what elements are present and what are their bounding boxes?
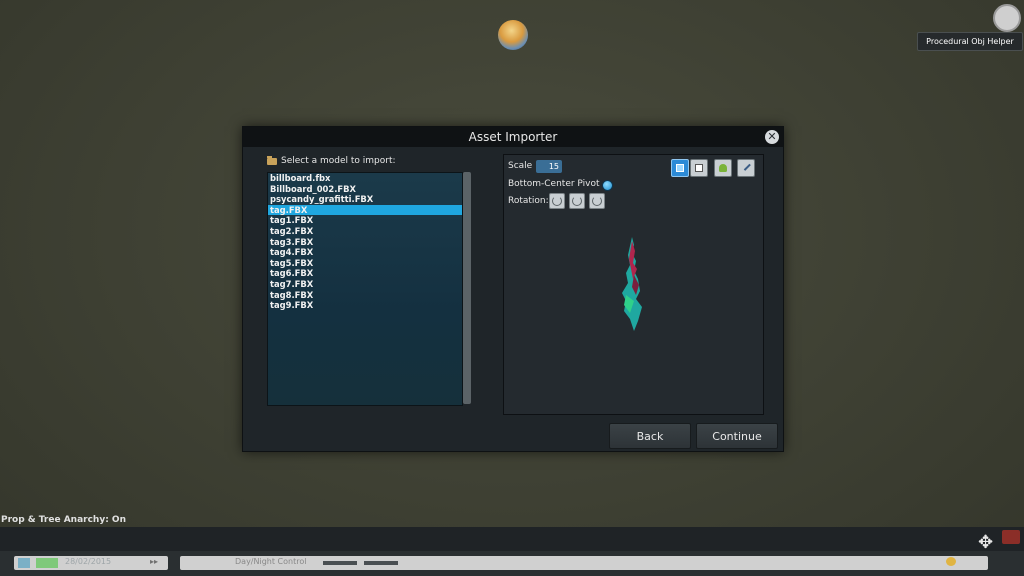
file-item[interactable]: tag3.FBX bbox=[268, 237, 462, 248]
back-button[interactable]: Back bbox=[609, 423, 691, 449]
select-model-label: Select a model to import: bbox=[267, 155, 396, 166]
day-night-label: Day/Night Control bbox=[235, 557, 307, 566]
pivot-toggle[interactable] bbox=[602, 180, 613, 191]
model-render bbox=[622, 237, 642, 331]
file-item[interactable]: tag2.FBX bbox=[268, 226, 462, 237]
dialog-title: Asset Importer bbox=[243, 127, 783, 147]
file-item[interactable]: tag4.FBX bbox=[268, 247, 462, 258]
continue-button[interactable]: Continue bbox=[696, 423, 778, 449]
procedural-obj-helper-button[interactable]: Procedural Obj Helper bbox=[917, 32, 1023, 51]
menu-circle-button[interactable] bbox=[993, 4, 1021, 32]
view-terrain-icon[interactable] bbox=[714, 159, 732, 177]
bulldozer-button[interactable] bbox=[1002, 530, 1020, 544]
scale-input[interactable]: 15 bbox=[536, 160, 562, 173]
file-item[interactable]: tag9.FBX bbox=[268, 300, 462, 311]
file-item[interactable]: tag1.FBX bbox=[268, 215, 462, 226]
file-item-selected[interactable]: tag.FBX bbox=[268, 204, 462, 216]
rotate-y-icon[interactable] bbox=[569, 193, 585, 209]
rotation-label: Rotation: bbox=[508, 196, 549, 206]
day-night-slider[interactable] bbox=[364, 561, 398, 565]
file-item[interactable]: tag7.FBX bbox=[268, 279, 462, 290]
file-item[interactable]: billboard.fbx bbox=[268, 173, 462, 184]
file-list-scrollbar[interactable] bbox=[463, 172, 471, 404]
bottom-toolbar bbox=[0, 527, 1024, 551]
select-model-text: Select a model to import: bbox=[281, 156, 396, 166]
rotate-z-icon[interactable] bbox=[589, 193, 605, 209]
selected-object-icon bbox=[498, 20, 528, 50]
rotate-x-icon[interactable] bbox=[549, 193, 565, 209]
view-box-icon[interactable] bbox=[690, 159, 708, 177]
anarchy-status: Prop & Tree Anarchy: On bbox=[1, 515, 126, 525]
view-texture-icon[interactable] bbox=[671, 159, 689, 177]
model-preview-panel[interactable]: Scale 15 Bottom-Center Pivot Rotation: bbox=[503, 154, 764, 415]
close-icon[interactable]: ✕ bbox=[765, 130, 779, 144]
scale-label: Scale bbox=[508, 161, 533, 171]
weather-icon bbox=[946, 557, 956, 566]
file-item[interactable]: tag6.FBX bbox=[268, 268, 462, 279]
folder-icon bbox=[267, 155, 277, 165]
day-night-slider[interactable] bbox=[323, 561, 357, 565]
file-item[interactable]: tag5.FBX bbox=[268, 258, 462, 269]
file-item[interactable]: Billboard_002.FBX bbox=[268, 184, 462, 195]
speed-indicator[interactable] bbox=[36, 558, 58, 568]
pivot-label: Bottom-Center Pivot bbox=[508, 179, 600, 189]
view-tool-icon[interactable] bbox=[737, 159, 755, 177]
date-text: 28/02/2015 bbox=[65, 557, 112, 566]
file-list[interactable]: billboard.fbx Billboard_002.FBX psycandy… bbox=[267, 172, 463, 406]
move-icon[interactable]: ✥ bbox=[978, 532, 993, 553]
speed-arrows-button[interactable]: ▸▸ bbox=[150, 557, 158, 566]
file-item[interactable]: tag8.FBX bbox=[268, 290, 462, 301]
pause-button[interactable] bbox=[18, 558, 30, 568]
asset-importer-dialog: Asset Importer ✕ Select a model to impor… bbox=[242, 126, 784, 452]
file-item[interactable]: psycandy_grafitti.FBX bbox=[268, 194, 462, 205]
